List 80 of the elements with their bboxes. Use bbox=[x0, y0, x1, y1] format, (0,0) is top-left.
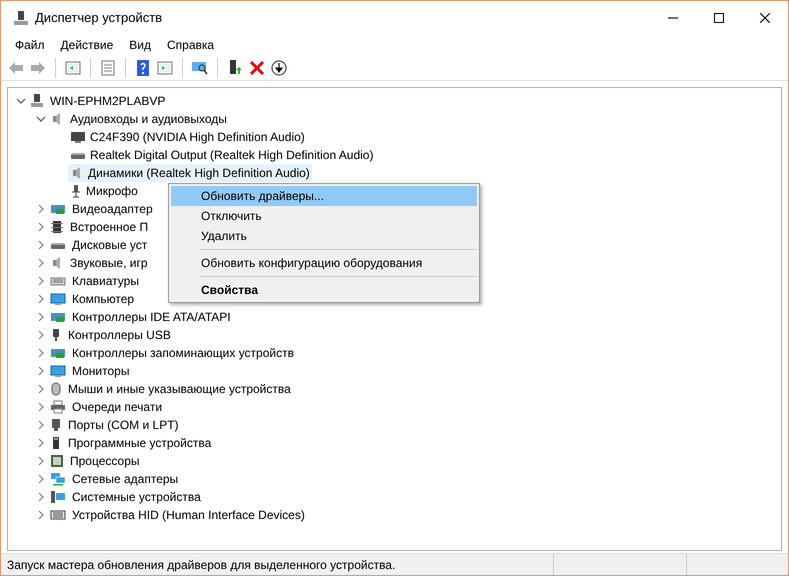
tree-item[interactable]: Мыши и иные указывающие устройства bbox=[68, 380, 291, 398]
tree-item[interactable]: Устройства HID (Human Interface Devices) bbox=[72, 506, 305, 524]
tree-item[interactable]: Контроллеры запоминающих устройств bbox=[72, 344, 294, 362]
window-title: Диспетчер устройств bbox=[35, 9, 162, 28]
system-icon bbox=[50, 490, 66, 504]
tree-item[interactable]: Звуковые, игр bbox=[70, 254, 148, 272]
chevron-right-icon[interactable] bbox=[36, 222, 46, 232]
chevron-right-icon[interactable] bbox=[36, 492, 46, 502]
properties-icon[interactable] bbox=[99, 58, 117, 76]
tree-item[interactable]: Контроллеры IDE ATA/ATAPI bbox=[72, 308, 231, 326]
menu-item[interactable]: Обновить драйверы... bbox=[171, 186, 477, 206]
chevron-down-icon[interactable] bbox=[36, 114, 46, 124]
microphone-icon bbox=[70, 184, 82, 198]
chevron-down-icon[interactable] bbox=[16, 96, 26, 106]
chevron-right-icon[interactable] bbox=[36, 510, 46, 520]
menu-item[interactable]: Справка bbox=[159, 36, 222, 54]
download-icon[interactable] bbox=[270, 58, 288, 76]
tree-item[interactable]: Аудиовходы и аудиовыходы bbox=[70, 110, 227, 128]
port-icon bbox=[50, 418, 62, 432]
chevron-right-icon[interactable] bbox=[36, 204, 46, 214]
chevron-right-icon[interactable] bbox=[36, 258, 46, 268]
help-icon[interactable] bbox=[134, 58, 152, 76]
chevron-right-icon[interactable] bbox=[36, 366, 46, 376]
chevron-right-icon[interactable] bbox=[36, 402, 46, 412]
maximize-icon bbox=[714, 13, 724, 23]
tree-item[interactable]: Сетевые адаптеры bbox=[72, 470, 178, 488]
menu-item[interactable]: Действие bbox=[52, 36, 122, 54]
printer-icon bbox=[50, 400, 66, 414]
chevron-right-icon[interactable] bbox=[36, 420, 46, 430]
menu-item[interactable]: Обновить конфигурацию оборудования bbox=[171, 253, 477, 273]
chevron-right-icon[interactable] bbox=[36, 348, 46, 358]
chevron-right-icon[interactable] bbox=[36, 456, 46, 466]
tree-item[interactable]: Системные устройства bbox=[72, 488, 201, 506]
chevron-right-icon[interactable] bbox=[36, 240, 46, 250]
chip-icon bbox=[50, 220, 64, 234]
card-icon bbox=[50, 202, 66, 216]
plug-icon bbox=[50, 328, 62, 342]
tree-item[interactable]: WIN-EPHM2PLABVP bbox=[50, 92, 166, 110]
menu-item[interactable]: Отключить bbox=[171, 206, 477, 226]
tree-item[interactable]: C24F390 (NVIDIA High Definition Audio) bbox=[68, 128, 307, 146]
chevron-right-icon[interactable] bbox=[36, 384, 46, 394]
menu-item[interactable]: Файл bbox=[7, 36, 53, 54]
computer-icon bbox=[13, 10, 29, 26]
tree-item[interactable]: Порты (COM и LPT) bbox=[68, 416, 179, 434]
network-icon bbox=[50, 472, 66, 486]
chevron-right-icon[interactable] bbox=[36, 294, 46, 304]
monitor-icon bbox=[50, 292, 66, 306]
tree-item[interactable]: Динамики (Realtek High Definition Audio) bbox=[68, 164, 312, 182]
chevron-right-icon[interactable] bbox=[36, 474, 46, 484]
mouse-icon bbox=[50, 382, 62, 396]
close-icon bbox=[760, 13, 770, 23]
tree-item[interactable]: Компьютер bbox=[72, 290, 134, 308]
monitor-icon bbox=[50, 364, 66, 378]
computer-icon bbox=[30, 94, 44, 108]
tree-item[interactable]: Очереди печати bbox=[72, 398, 162, 416]
tree-item[interactable]: Видеоадаптер bbox=[72, 200, 153, 218]
cpu-icon bbox=[50, 454, 64, 468]
tree-item[interactable]: Процессоры bbox=[70, 452, 140, 470]
menu-item[interactable]: Вид bbox=[121, 36, 159, 54]
delete-icon[interactable] bbox=[248, 58, 266, 76]
tree-item[interactable]: Клавиатуры bbox=[72, 272, 139, 290]
chevron-right-icon[interactable] bbox=[36, 276, 46, 286]
chevron-right-icon[interactable] bbox=[36, 330, 46, 340]
tree-item[interactable]: Мониторы bbox=[72, 362, 130, 380]
keyboard-icon bbox=[50, 508, 66, 522]
tree-item[interactable]: Realtek Digital Output (Realtek High Definition Audio) bbox=[68, 146, 376, 164]
monitor-icon bbox=[70, 130, 86, 144]
menu-item[interactable]: Удалить bbox=[171, 226, 477, 246]
tree-item[interactable]: Программные устройства bbox=[68, 434, 212, 452]
tower-icon bbox=[50, 436, 62, 450]
card-icon bbox=[50, 346, 66, 360]
tree-item[interactable]: Встроенное П bbox=[70, 218, 148, 236]
status-text: Запуск мастера обновления драйверов для выделенного устройства. bbox=[6, 556, 396, 574]
card-icon bbox=[50, 310, 66, 324]
chevron-right-icon[interactable] bbox=[36, 312, 46, 322]
chevron-right-icon[interactable] bbox=[36, 438, 46, 448]
tree-item[interactable]: Дисковые уст bbox=[72, 236, 148, 254]
tree-item[interactable]: Контроллеры USB bbox=[68, 326, 171, 344]
tree-item[interactable]: Микрофо bbox=[68, 182, 140, 200]
menu-item[interactable]: Свойства bbox=[171, 280, 477, 300]
